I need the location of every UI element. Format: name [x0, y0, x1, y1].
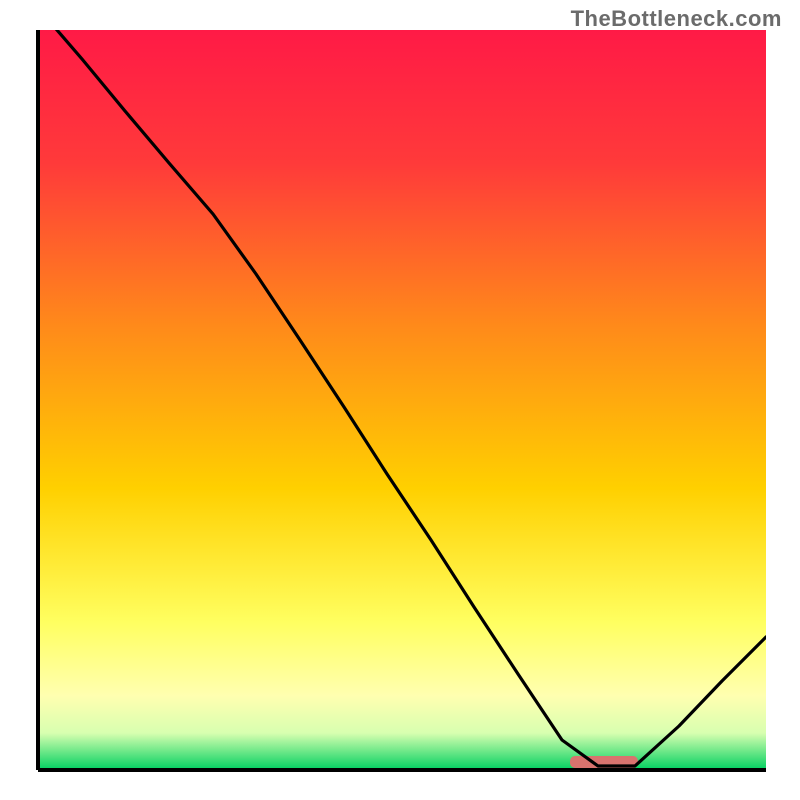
bottleneck-chart	[0, 0, 800, 800]
plot-background	[38, 30, 766, 770]
chart-container: TheBottleneck.com	[0, 0, 800, 800]
watermark-text: TheBottleneck.com	[571, 6, 782, 32]
